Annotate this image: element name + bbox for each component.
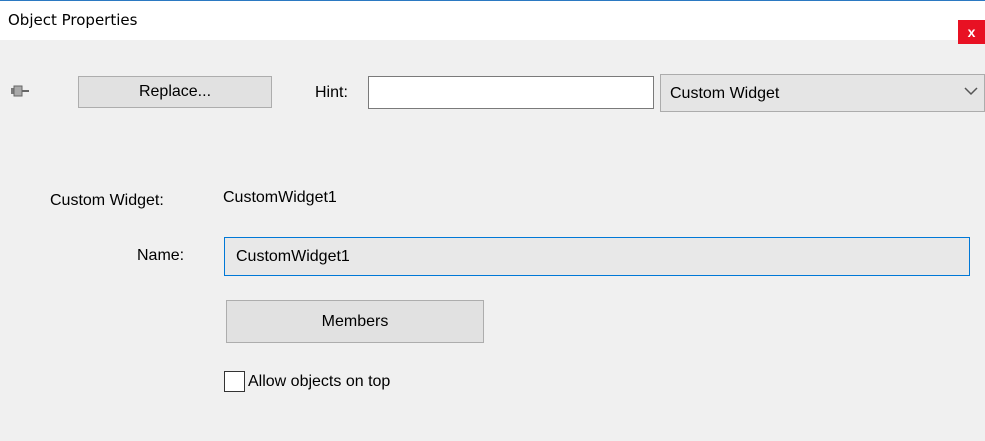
hint-input[interactable]	[368, 76, 654, 109]
name-input[interactable]	[224, 237, 970, 276]
allow-objects-on-top-checkbox[interactable]	[224, 371, 245, 392]
members-button[interactable]: Members	[226, 300, 484, 343]
object-type-dropdown[interactable]: Custom Widget	[660, 74, 985, 112]
object-properties-window: Object Properties x Replace... Hint: Cus…	[0, 0, 985, 441]
name-label: Name:	[137, 247, 185, 264]
window-title: Object Properties	[8, 11, 138, 29]
title-bar: Object Properties x	[0, 0, 985, 44]
object-type-selected: Custom Widget	[670, 85, 780, 102]
custom-widget-value: CustomWidget1	[223, 189, 337, 206]
chevron-down-icon	[964, 84, 978, 99]
close-button[interactable]: x	[958, 20, 985, 44]
replace-button[interactable]: Replace...	[78, 76, 272, 108]
hint-label: Hint:	[315, 84, 348, 101]
pin-icon[interactable]	[9, 82, 30, 99]
allow-objects-on-top-label[interactable]: Allow objects on top	[248, 373, 390, 391]
custom-widget-label: Custom Widget:	[50, 192, 164, 209]
